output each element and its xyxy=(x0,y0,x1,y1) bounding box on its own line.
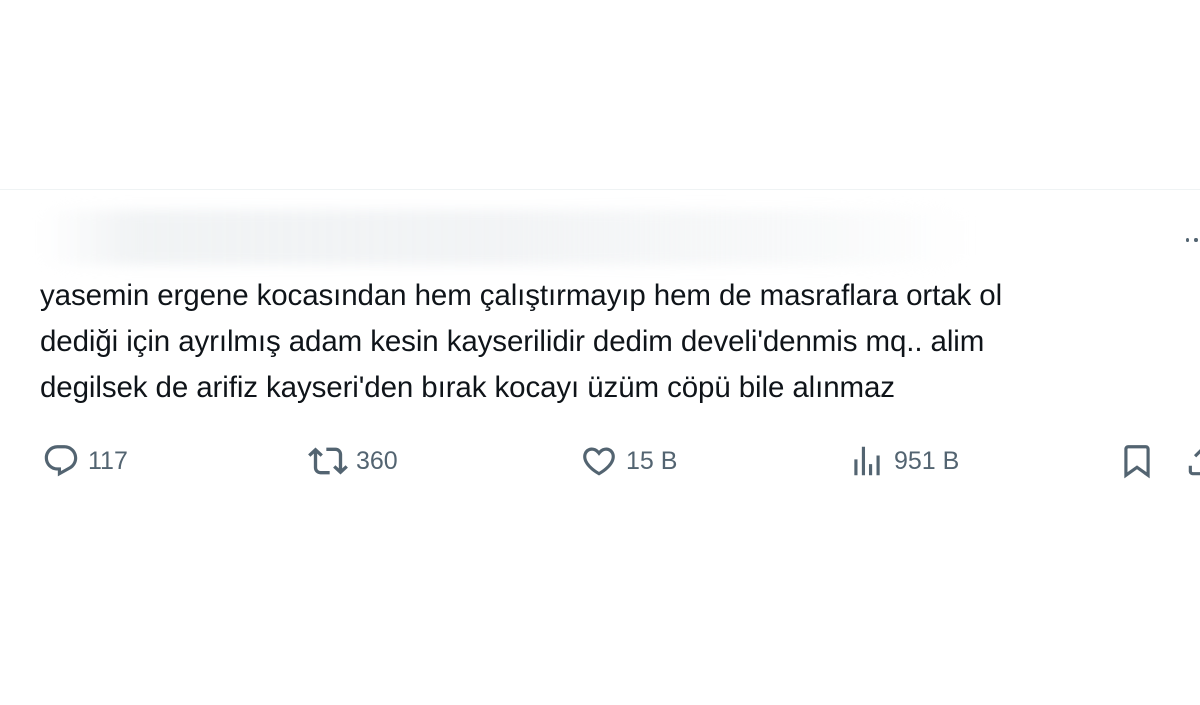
retweet-icon xyxy=(308,441,348,481)
speech-bubble-icon xyxy=(42,442,80,480)
tweet-text-line: yasemin ergene kocasından hem çalıştırma… xyxy=(40,279,1003,312)
reply-button[interactable]: 117 xyxy=(42,438,128,484)
bookmark-icon xyxy=(1118,442,1156,480)
views-count: 951 B xyxy=(894,446,960,475)
blurred-author-header xyxy=(40,210,970,265)
tweet-text-line: degilsek de arifiz kayseri'den bırak koc… xyxy=(40,371,895,404)
like-count: 15 B xyxy=(626,446,678,475)
heart-icon xyxy=(580,442,618,480)
tweet-text: yasemin ergene kocasından hem çalıştırma… xyxy=(40,273,1200,411)
bar-chart-icon xyxy=(848,442,886,480)
retweet-count: 360 xyxy=(356,446,398,475)
share-button[interactable] xyxy=(1184,438,1200,484)
views-button[interactable]: 951 B xyxy=(848,438,959,484)
reply-count: 117 xyxy=(88,446,128,475)
like-button[interactable]: 15 B xyxy=(580,438,677,484)
bookmark-button[interactable] xyxy=(1118,438,1156,484)
share-icon xyxy=(1184,442,1200,480)
tweet-text-line: dediği için ayrılmış adam kesin kayseril… xyxy=(40,325,985,358)
retweet-button[interactable]: 360 xyxy=(308,438,398,484)
tweet-actions-bar: 117 360 15 B 951 B xyxy=(0,438,1200,484)
page: yasemin ergene kocasından hem çalıştırma… xyxy=(0,0,1200,705)
more-options-icon[interactable] xyxy=(1186,232,1200,248)
